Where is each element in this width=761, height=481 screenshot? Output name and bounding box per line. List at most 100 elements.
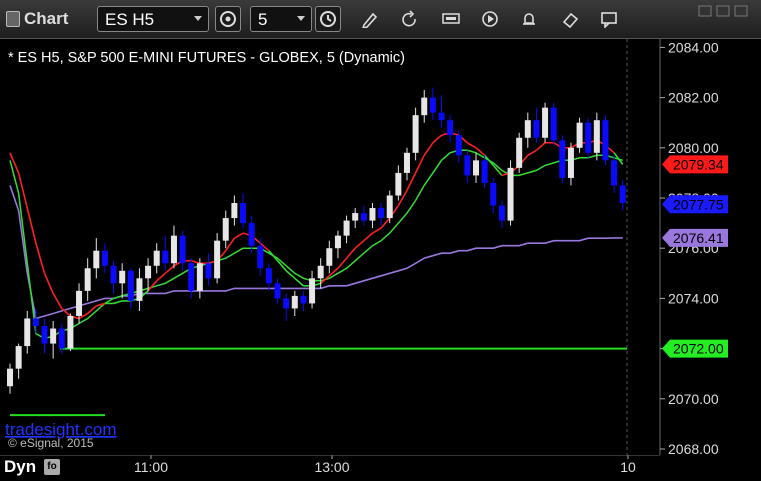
app-title: Chart (24, 9, 69, 28)
window-icon[interactable] (6, 11, 20, 27)
candle-body (24, 318, 31, 347)
candle-body (542, 107, 549, 138)
candle-body (395, 172, 402, 196)
candle-body (136, 278, 143, 301)
candle-body (386, 195, 393, 219)
candle-body (58, 328, 65, 349)
candle-body (593, 120, 600, 153)
candle-body (196, 263, 203, 291)
maximize-icon[interactable] (716, 5, 730, 17)
price-tag-label: 2079.34 (673, 156, 724, 172)
candle-body (101, 250, 108, 266)
candle-body (127, 270, 134, 301)
copyright: © eSignal, 2015 (8, 436, 94, 450)
ma-fast-segment (345, 247, 356, 259)
candle-body (585, 122, 592, 153)
candle-body (378, 208, 385, 219)
candle-body (248, 223, 255, 246)
minimize-icon[interactable] (698, 5, 712, 17)
chart-settings-button[interactable] (215, 6, 241, 32)
ma-fast-segment (363, 232, 373, 242)
candle-body (516, 137, 523, 168)
y-tick-label: 2070.00 (668, 391, 719, 407)
title-bar: Chart ES H5 5 (0, 0, 761, 39)
candle-body (41, 326, 48, 344)
candle-body (438, 112, 445, 121)
ma-fast-segment (164, 265, 175, 274)
candle-body (619, 185, 626, 204)
candle-body (602, 120, 609, 161)
candle-body (119, 270, 126, 284)
ma-fast-segment (432, 134, 443, 144)
ma-fast-segment (535, 142, 546, 151)
quote-icon[interactable] (441, 10, 461, 28)
candle-body (455, 135, 462, 156)
ma-fast-segment (35, 242, 46, 274)
candle-body (412, 115, 419, 153)
chevron-down-icon (194, 16, 202, 21)
candle-body (352, 213, 359, 221)
candle-body (559, 140, 566, 178)
candle-body (369, 208, 376, 221)
candle-body (291, 295, 298, 309)
candle-body (84, 268, 91, 291)
ma-fast-segment (372, 227, 382, 234)
price-tag-label: 2072.00 (673, 341, 724, 357)
ma-fast-segment (191, 259, 201, 265)
candle-body (32, 318, 39, 327)
ma-fast-segment (406, 172, 417, 191)
interval-value: 5 (258, 10, 268, 29)
pencil-icon[interactable] (360, 10, 380, 28)
ma-slow-line (9, 149, 623, 340)
x-tick-label: 11:00 (134, 459, 168, 475)
candle-body (67, 315, 74, 349)
close-icon[interactable] (734, 5, 748, 17)
time-button[interactable] (315, 6, 341, 32)
candle-body (257, 245, 264, 269)
ma-fast-segment (52, 292, 63, 309)
ma-fast-segment (423, 142, 434, 156)
x-tick-label: 10 (620, 459, 636, 475)
candle-body (145, 265, 152, 279)
candle-body (403, 152, 410, 173)
candle-body (490, 182, 497, 206)
ma-fast-segment (527, 149, 537, 157)
play-icon[interactable] (481, 10, 501, 28)
candle-body (283, 298, 290, 309)
candle-body (50, 328, 57, 344)
ma-fast-segment (43, 272, 54, 294)
candle-body (179, 235, 186, 264)
candle-body (429, 97, 436, 113)
candle-body (240, 203, 247, 224)
candle-body (524, 120, 531, 138)
candle-body (421, 97, 428, 116)
candle-body (326, 248, 333, 266)
candle-body (7, 368, 13, 387)
candle-body (265, 268, 272, 284)
candle-body (611, 160, 618, 186)
y-tick-label: 2082.00 (668, 90, 719, 106)
chevron-down-icon (297, 16, 305, 21)
price-tag: 2076.41 (662, 228, 728, 247)
chart-area[interactable]: 2084.002082.002080.002078.002076.002074.… (0, 39, 761, 457)
x-tick-label: 13:00 (314, 459, 349, 475)
candle-body (507, 167, 514, 221)
eraser-icon[interactable] (561, 10, 581, 28)
chat-icon[interactable] (600, 10, 620, 28)
window-controls (695, 4, 755, 18)
symbol-dropdown[interactable]: ES H5 (97, 6, 209, 32)
candle-body (317, 265, 324, 279)
candle-body (110, 265, 117, 284)
ma-fast-segment (113, 300, 123, 305)
chart-header: * ES H5, S&P 500 E-MINI FUTURES - GLOBEX… (8, 50, 405, 66)
y-tick-label: 2074.00 (668, 290, 719, 306)
candle-body (343, 220, 350, 236)
clock-icon (320, 11, 336, 27)
price-chart[interactable]: 2084.002082.002080.002078.002076.002074.… (0, 39, 761, 457)
candle-body (274, 283, 281, 299)
candle-body (464, 155, 471, 176)
bell-icon[interactable] (520, 10, 540, 28)
refresh-icon[interactable] (400, 10, 420, 28)
candle-body (153, 250, 160, 266)
interval-dropdown[interactable]: 5 (250, 6, 312, 32)
